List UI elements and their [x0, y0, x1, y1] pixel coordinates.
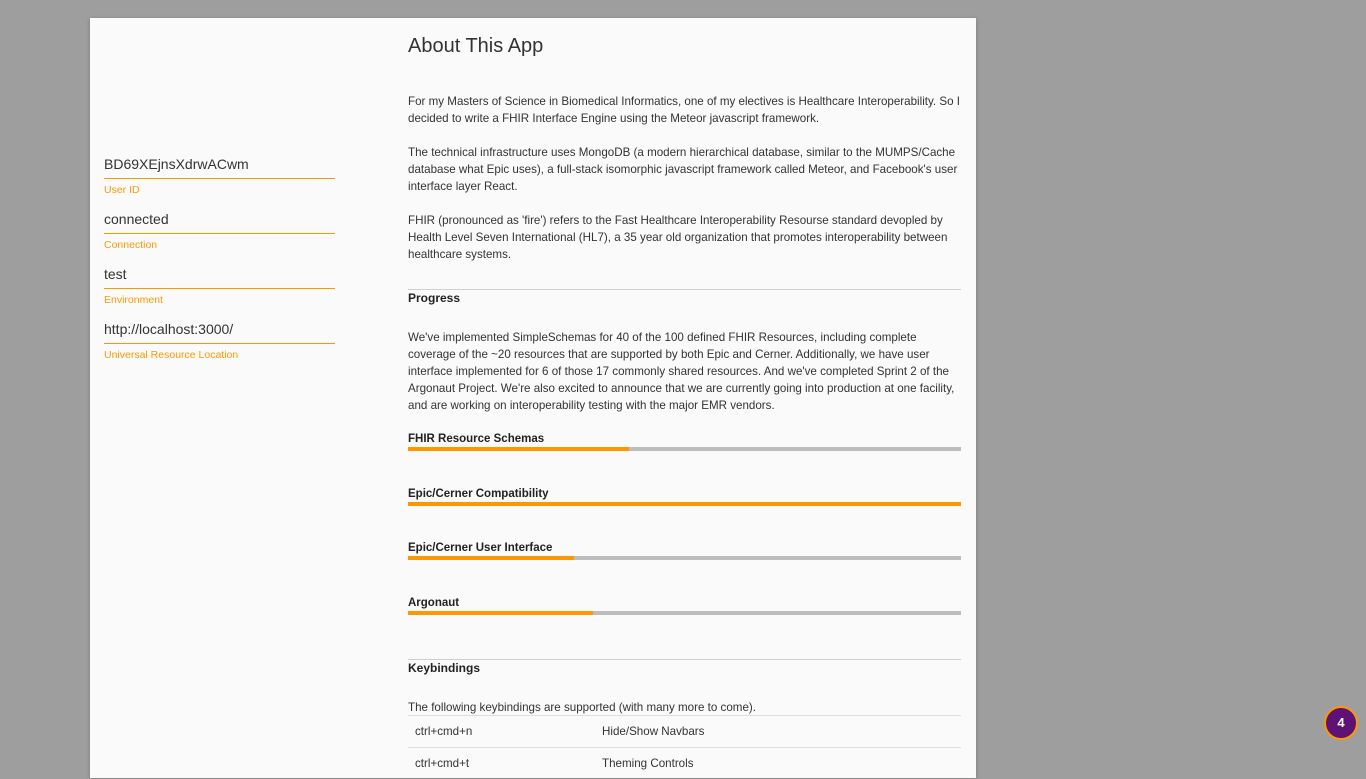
keybindings-section-header: Keybindings	[408, 659, 961, 675]
about-card: BD69XEjnsXdrwACwm User ID connected Conn…	[90, 18, 976, 778]
progress-bar-label: FHIR Resource Schemas	[408, 432, 961, 446]
table-row: ctrl+cmd+n Hide/Show Navbars	[408, 716, 961, 748]
user-id-label: User ID	[104, 184, 335, 196]
progress-bar-epic-cerner-ui: Epic/Cerner User Interface	[408, 541, 961, 560]
progress-bar-fill	[408, 556, 574, 560]
page-title: About This App	[408, 35, 543, 58]
environment-value: test	[104, 266, 335, 289]
intro-paragraph: For my Masters of Science in Biomedical …	[408, 93, 961, 127]
connection-value: connected	[104, 211, 335, 234]
progress-bar-fill	[408, 611, 593, 615]
progress-bar-epic-cerner-compat: Epic/Cerner Compatibility	[408, 487, 961, 506]
user-id-value: BD69XEjnsXdrwACwm	[104, 156, 335, 179]
infrastructure-paragraph: The technical infrastructure uses MongoD…	[408, 144, 961, 195]
progress-bar-fhir-schemas: FHIR Resource Schemas	[408, 432, 961, 451]
progress-bar-label: Epic/Cerner Compatibility	[408, 487, 961, 501]
table-row: ctrl+cmd+t Theming Controls	[408, 748, 961, 779]
url-field[interactable]: http://localhost:3000/ Universal Resourc…	[104, 321, 335, 361]
progress-bar-fill	[408, 502, 961, 506]
keybinding-action: Theming Controls	[595, 748, 961, 779]
connection-label: Connection	[104, 239, 335, 251]
keybindings-table: ctrl+cmd+n Hide/Show Navbars ctrl+cmd+t …	[408, 715, 961, 779]
progress-bar-argonaut: Argonaut	[408, 596, 961, 615]
url-value: http://localhost:3000/	[104, 321, 335, 344]
keybindings-heading: Keybindings	[408, 661, 961, 675]
connection-field[interactable]: connected Connection	[104, 211, 335, 251]
progress-bar-fill	[408, 447, 629, 451]
progress-bar-track	[408, 447, 961, 451]
progress-bar-track	[408, 611, 961, 615]
notification-badge[interactable]: 4	[1324, 706, 1358, 740]
progress-paragraph: We've implemented SimpleSchemas for 40 o…	[408, 329, 961, 414]
keybinding-action: Hide/Show Navbars	[595, 716, 961, 748]
fhir-paragraph: FHIR (pronounced as 'fire') refers to th…	[408, 212, 961, 263]
progress-bar-track	[408, 556, 961, 560]
keybindings-intro: The following keybindings are supported …	[408, 699, 961, 716]
keybinding-keys: ctrl+cmd+n	[408, 716, 595, 748]
environment-field[interactable]: test Environment	[104, 266, 335, 306]
progress-bar-label: Epic/Cerner User Interface	[408, 541, 961, 555]
keybinding-keys: ctrl+cmd+t	[408, 748, 595, 779]
progress-section-header: Progress	[408, 289, 961, 305]
progress-bar-label: Argonaut	[408, 596, 961, 610]
url-label: Universal Resource Location	[104, 349, 335, 361]
environment-label: Environment	[104, 294, 335, 306]
user-id-field[interactable]: BD69XEjnsXdrwACwm User ID	[104, 156, 335, 196]
progress-heading: Progress	[408, 291, 961, 305]
progress-bar-track	[408, 502, 961, 506]
